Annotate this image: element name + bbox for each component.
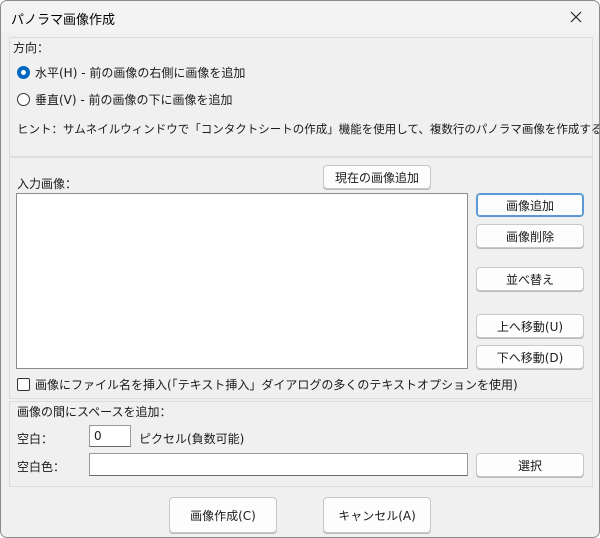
- input-images-list[interactable]: [16, 193, 468, 369]
- hint-text: ヒント：サムネイルウィンドウで「コンタクトシートの作成」機能を使用して、複数行の…: [17, 122, 599, 136]
- sort-button[interactable]: 並べ替え: [476, 267, 584, 291]
- horizontal-radio[interactable]: [17, 66, 30, 79]
- move-down-button[interactable]: 下へ移動(D): [476, 345, 584, 369]
- input-images-label: 入力画像：: [17, 177, 78, 191]
- spacing-label: 画像の間にスペースを追加：: [17, 405, 172, 419]
- blank-unit-label: ピクセル(負数可能): [139, 432, 245, 446]
- move-up-button[interactable]: 上へ移動(U): [476, 314, 584, 338]
- cancel-button[interactable]: キャンセル(A): [323, 497, 431, 533]
- create-image-button[interactable]: 画像作成(C): [169, 497, 277, 533]
- title-bar: パノラマ画像作成: [1, 1, 599, 33]
- vertical-radio-row[interactable]: 垂直(V) - 前の画像の下に画像を追加: [17, 91, 233, 108]
- insert-filename-label: 画像にファイル名を挿入(「テキスト挿入」ダイアログの多くのテキストオプションを使…: [35, 378, 518, 392]
- blank-label: 空白：: [17, 432, 54, 446]
- vertical-radio-label: 垂直(V) - 前の画像の下に画像を追加: [35, 93, 233, 107]
- select-color-button[interactable]: 選択: [476, 453, 584, 477]
- insert-filename-row[interactable]: 画像にファイル名を挿入(「テキスト挿入」ダイアログの多くのテキストオプションを使…: [17, 376, 518, 393]
- vertical-radio[interactable]: [17, 93, 30, 106]
- close-button[interactable]: [553, 1, 599, 33]
- insert-filename-checkbox[interactable]: [17, 378, 30, 391]
- add-image-button[interactable]: 画像追加: [476, 193, 584, 217]
- horizontal-radio-row[interactable]: 水平(H) - 前の画像の右側に画像を追加: [17, 64, 245, 81]
- blank-color-label: 空白色：: [17, 460, 66, 474]
- direction-label: 方向：: [13, 41, 50, 55]
- panorama-dialog: パノラマ画像作成 方向： 水平(H) - 前の画像の右側に画像を追加 垂直(V)…: [0, 0, 600, 538]
- dialog-title: パノラマ画像作成: [11, 13, 116, 28]
- add-current-image-button[interactable]: 現在の画像追加: [323, 165, 431, 189]
- blank-pixels-input[interactable]: [89, 425, 131, 447]
- close-icon: [570, 11, 582, 23]
- horizontal-radio-label: 水平(H) - 前の画像の右側に画像を追加: [35, 66, 246, 80]
- blank-color-input[interactable]: [89, 453, 468, 476]
- remove-image-button[interactable]: 画像削除: [476, 224, 584, 248]
